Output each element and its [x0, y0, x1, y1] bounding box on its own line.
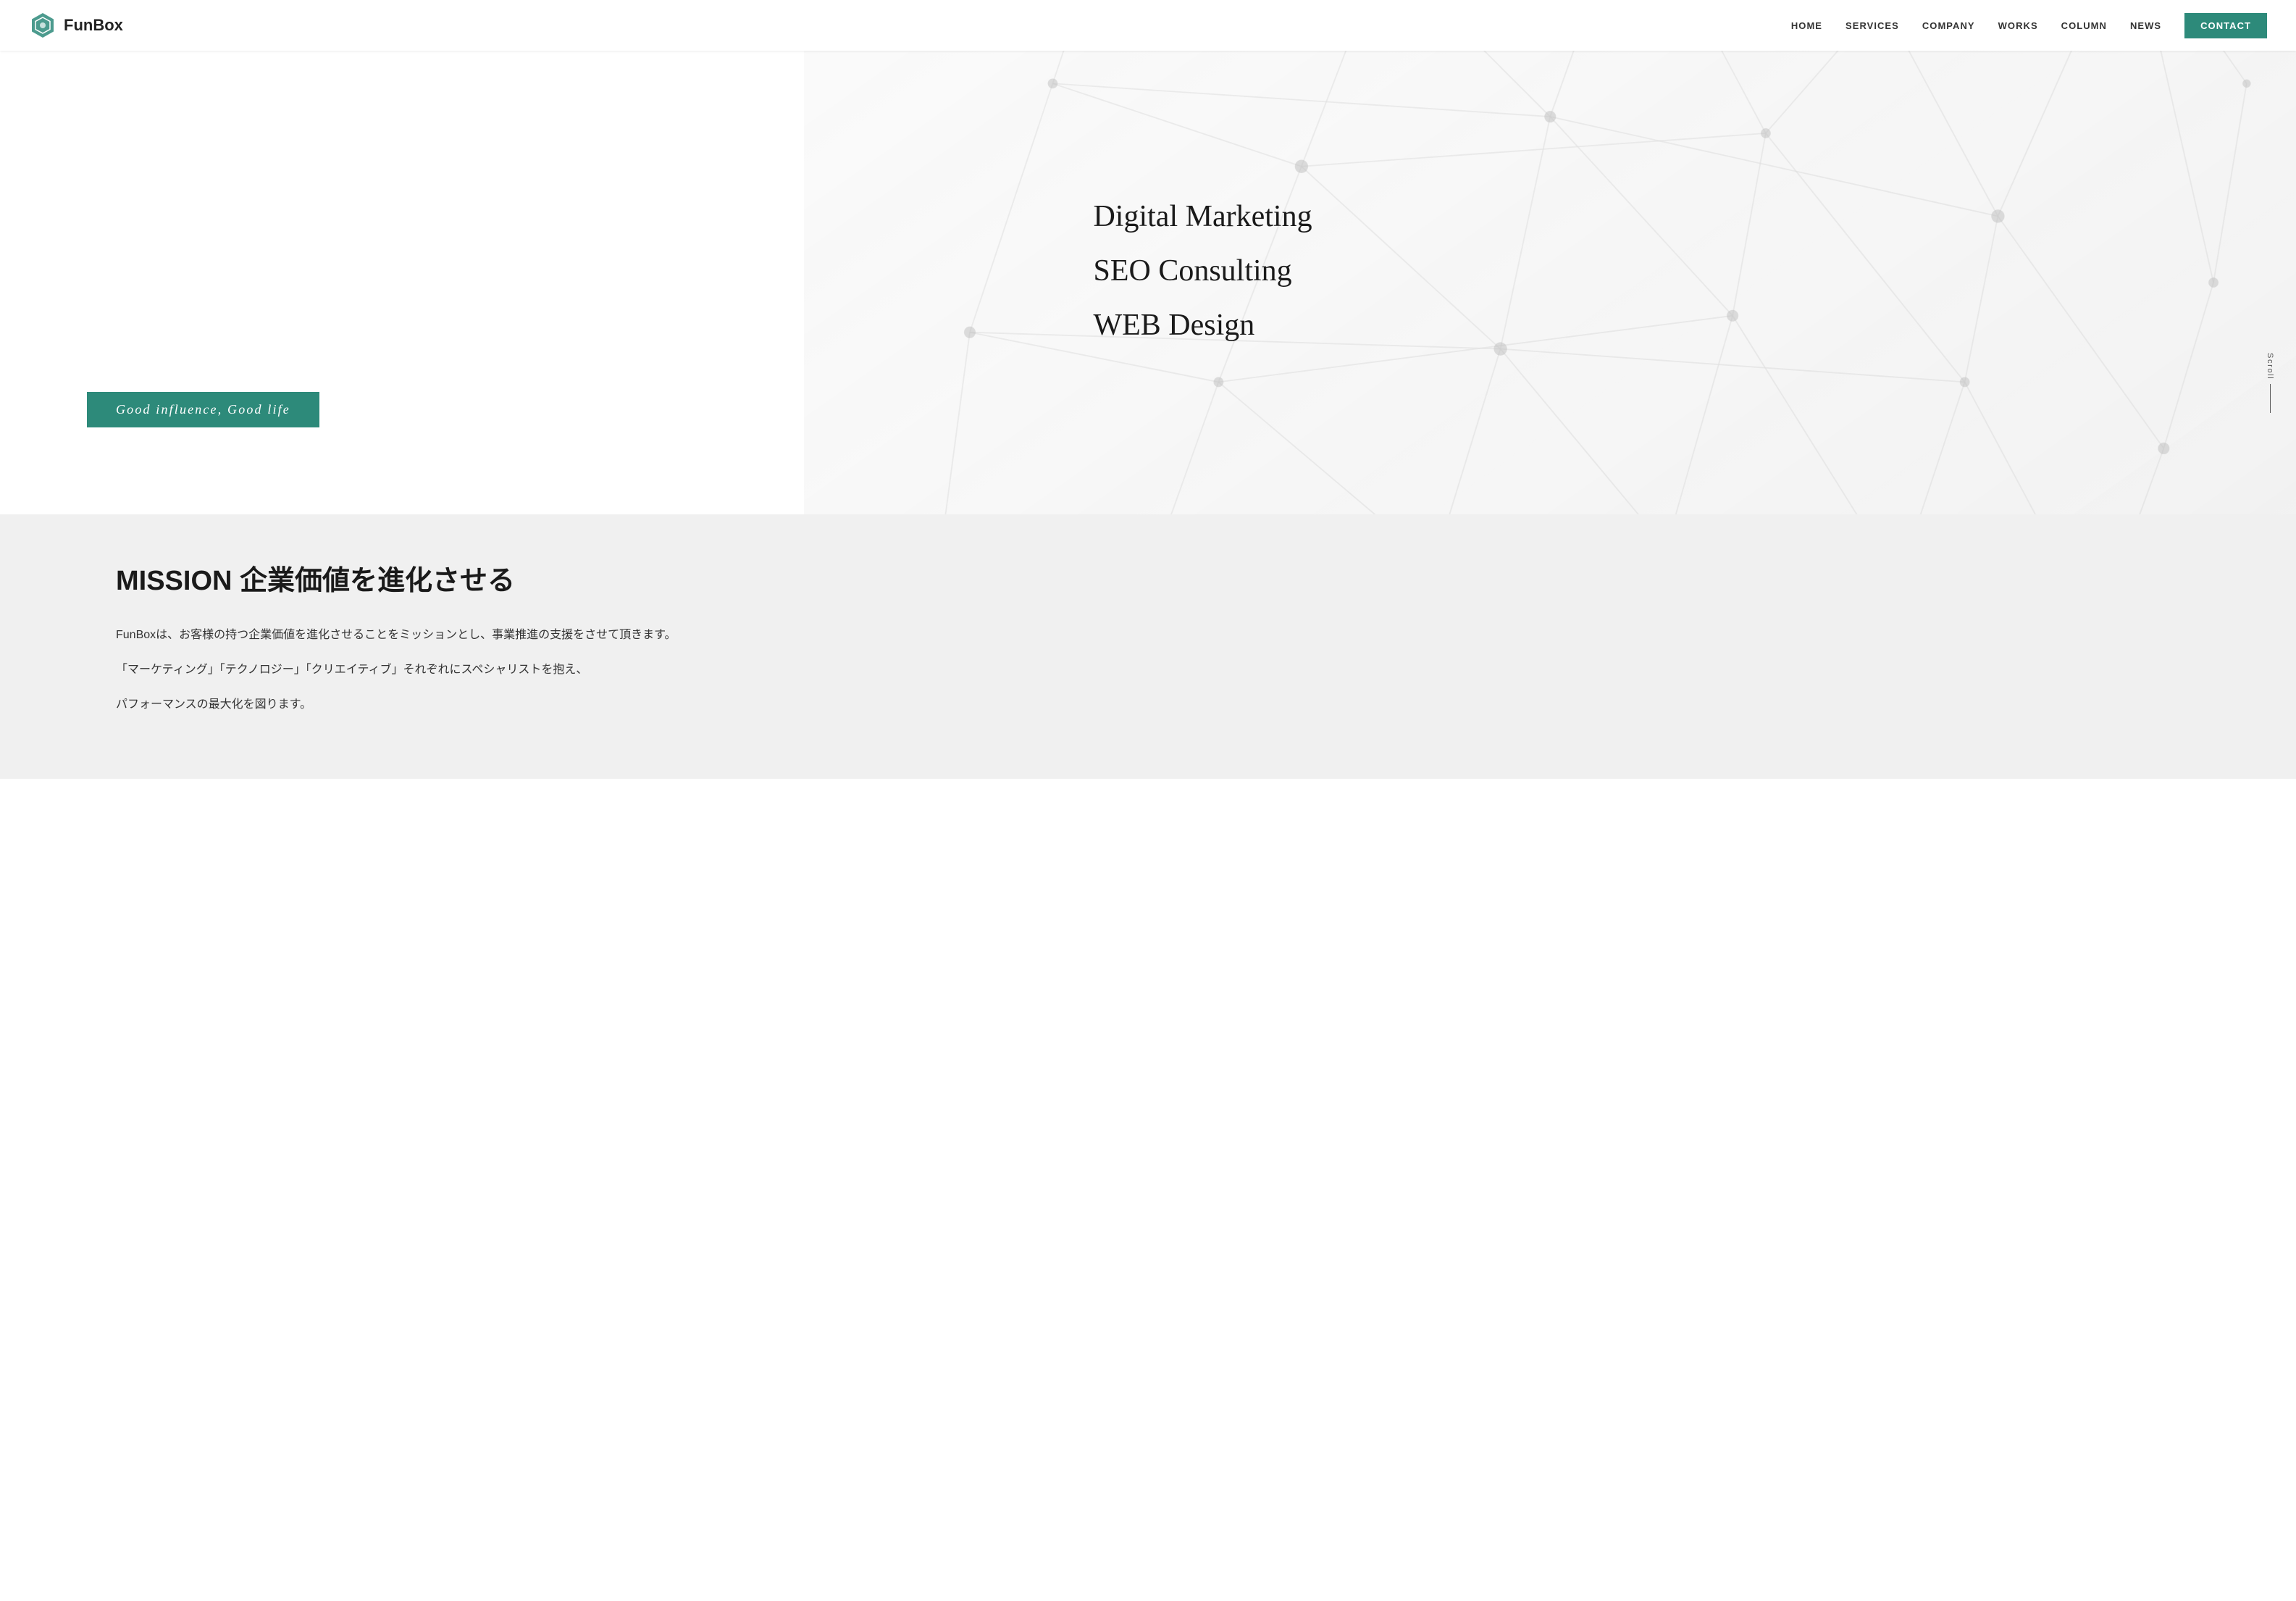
mission-line-2: 「マーケティング」「テクノロジー」「クリエイティブ」それぞれにスペシャリストを抱…	[116, 659, 2180, 682]
nav-home[interactable]: HOME	[1791, 20, 1822, 31]
hero-service-3: WEB Design	[1093, 301, 1312, 350]
mission-section: MISSION 企業価値を進化させる FunBoxは、お客様の持つ企業価値を進化…	[0, 514, 2296, 779]
nav-services[interactable]: SERVICES	[1845, 20, 1899, 31]
scroll-line	[2270, 384, 2271, 413]
nav-column[interactable]: COLUMN	[2061, 20, 2107, 31]
funbox-logo-icon	[29, 12, 56, 39]
hero-service-2: SEO Consulting	[1093, 247, 1312, 296]
main-nav: HOME SERVICES COMPANY WORKS COLUMN NEWS …	[1791, 13, 2267, 38]
logo-text: FunBox	[64, 16, 123, 35]
logo-area[interactable]: FunBox	[29, 12, 123, 39]
scroll-indicator: Scroll	[2266, 353, 2274, 413]
hero-background	[804, 51, 2296, 514]
network-graphic	[804, 51, 2296, 514]
hero-section: Digital Marketing SEO Consulting WEB Des…	[0, 51, 2296, 514]
mission-line-3: パフォーマンスの最大化を図ります。	[116, 693, 2180, 716]
hero-services: Digital Marketing SEO Consulting WEB Des…	[1093, 193, 1312, 356]
nav-news[interactable]: NEWS	[2130, 20, 2161, 31]
mission-title: MISSION 企業価値を進化させる	[116, 558, 2180, 598]
mission-body: FunBoxは、お客様の持つ企業価値を進化させることをミッションとし、事業推進の…	[116, 624, 2180, 716]
nav-works[interactable]: WORKS	[1998, 20, 2038, 31]
hero-tagline: Good influence, Good life	[87, 392, 319, 427]
contact-button[interactable]: CONTACT	[2184, 13, 2267, 38]
hero-service-1: Digital Marketing	[1093, 193, 1312, 241]
nav-company[interactable]: COMPANY	[1922, 20, 1975, 31]
scroll-text: Scroll	[2266, 353, 2274, 380]
site-header: FunBox HOME SERVICES COMPANY WORKS COLUM…	[0, 0, 2296, 51]
mission-line-1: FunBoxは、お客様の持つ企業価値を進化させることをミッションとし、事業推進の…	[116, 624, 2180, 647]
